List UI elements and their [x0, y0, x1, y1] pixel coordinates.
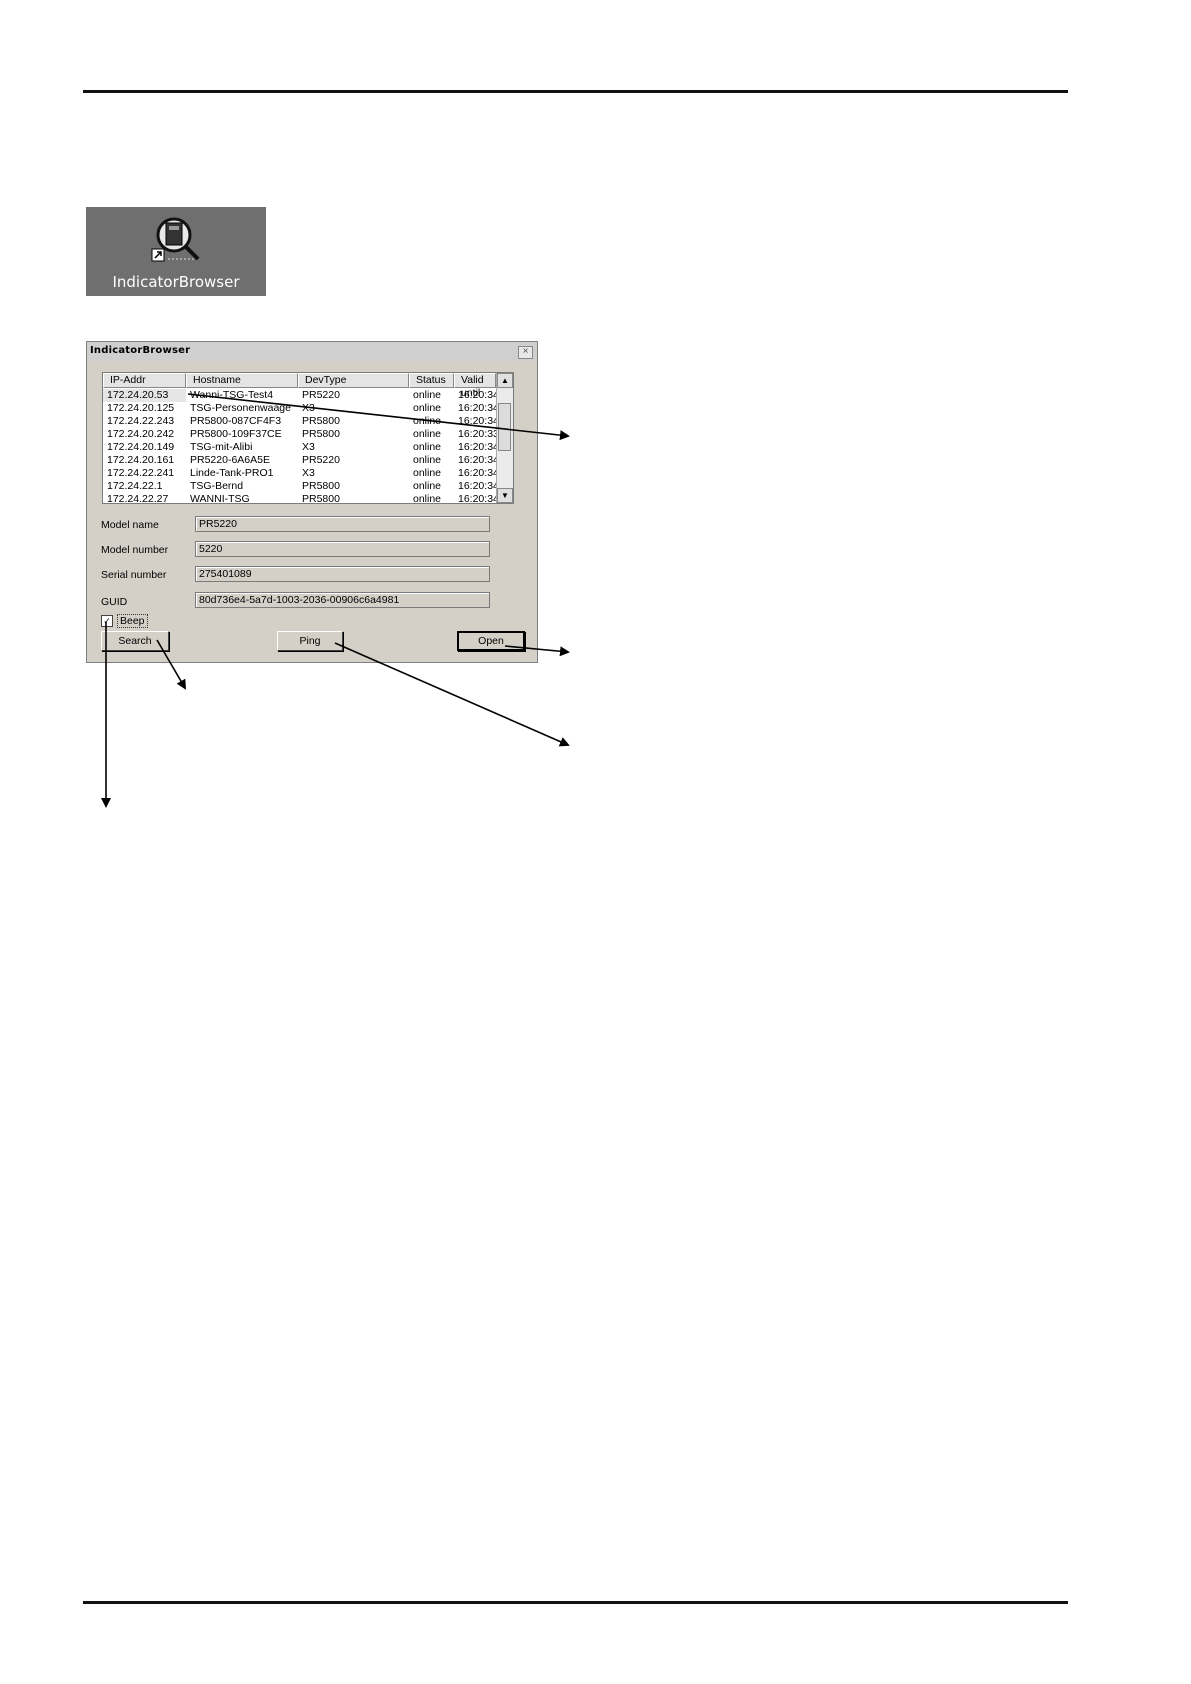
arrow-search-button [156, 639, 187, 690]
arrow-open-button [504, 645, 570, 657]
arrow-device-list [187, 393, 570, 441]
bottom-rule [83, 1601, 1068, 1604]
arrow-ping-button [334, 642, 570, 747]
callout-arrows [101, 393, 570, 808]
